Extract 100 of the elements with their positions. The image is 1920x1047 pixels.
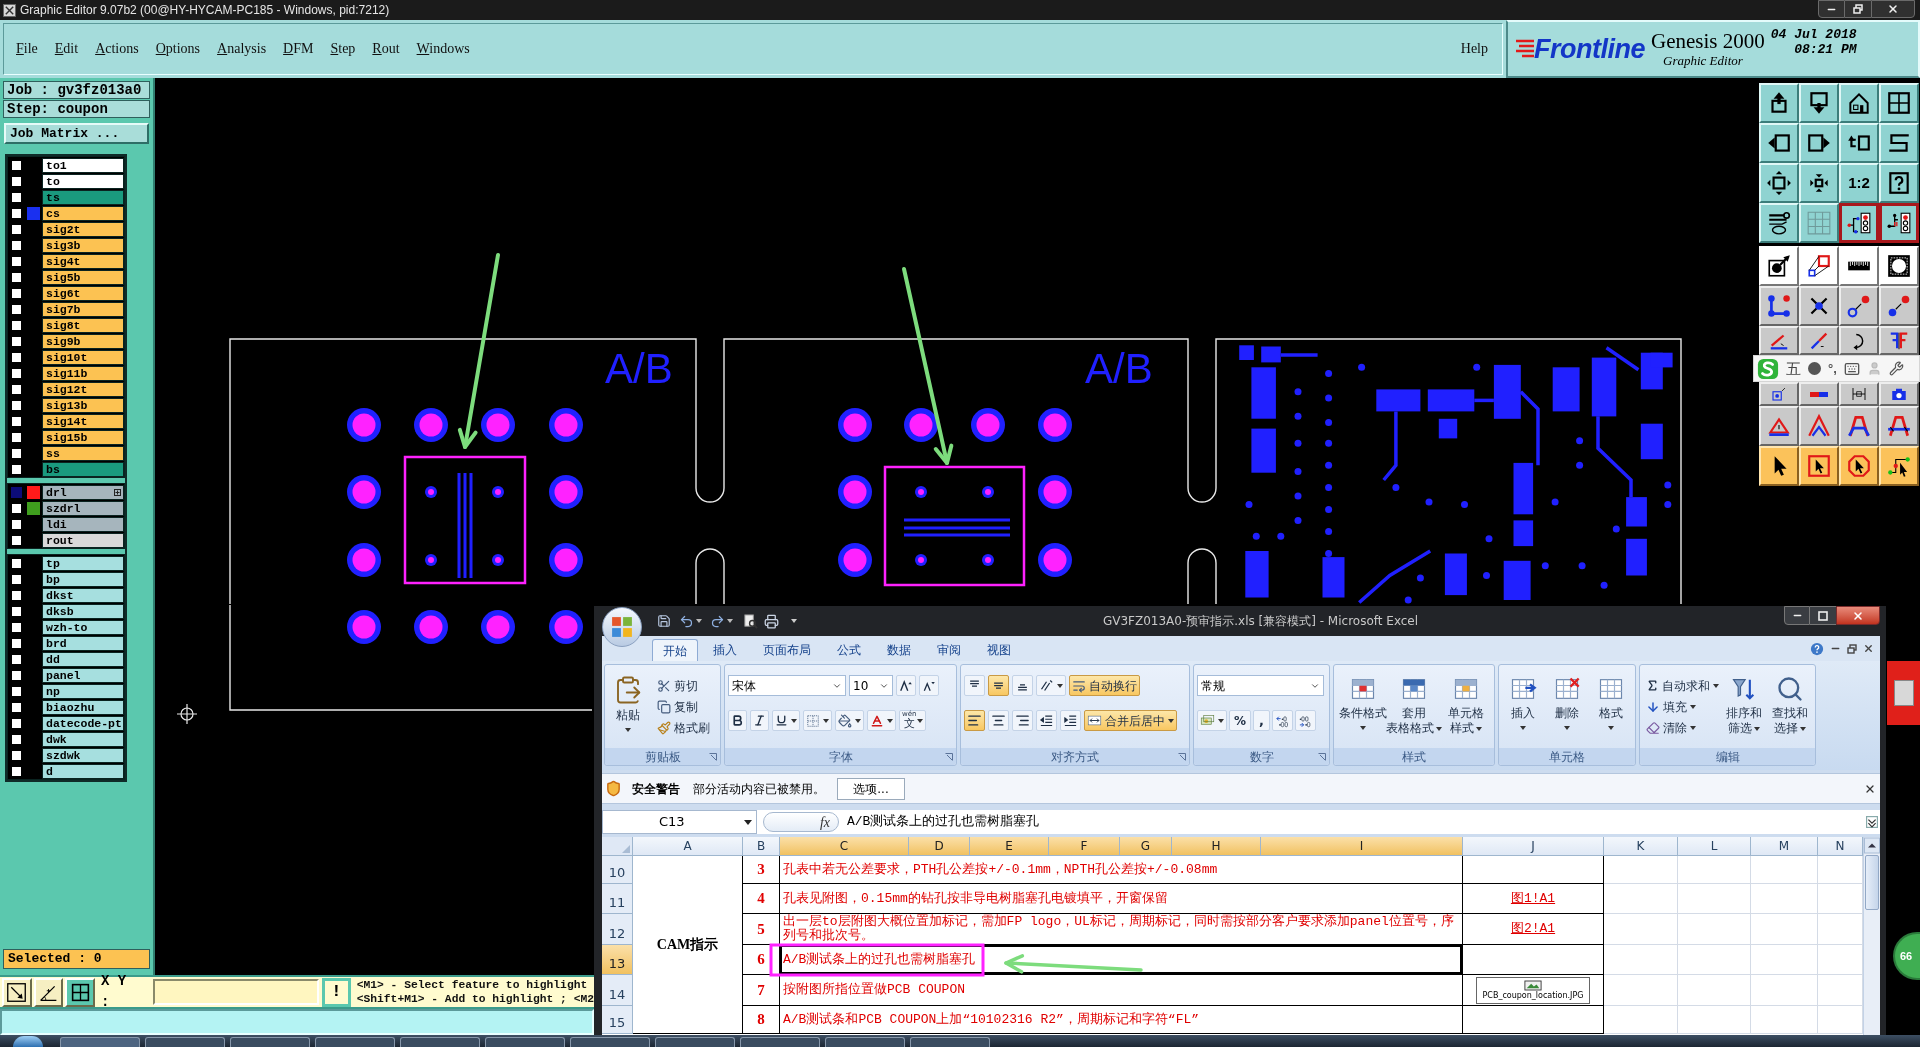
layer-checkbox[interactable] — [11, 621, 22, 633]
column-header[interactable]: M — [1751, 837, 1818, 856]
layer-checkbox[interactable] — [11, 447, 22, 459]
ribbon-tab[interactable]: 数据 — [876, 639, 922, 661]
cells-button[interactable]: 删除 — [1546, 675, 1588, 748]
layer-checkbox[interactable] — [11, 191, 22, 203]
options-button[interactable]: 选项... — [837, 777, 905, 800]
layer-checkbox[interactable] — [11, 605, 22, 617]
layer-name[interactable]: sig2t — [42, 221, 124, 237]
taskbar-button[interactable] — [910, 1037, 990, 1047]
row-header[interactable]: 11 — [602, 884, 633, 914]
layer-name[interactable]: wzh-to — [42, 619, 124, 635]
ribbon-tab[interactable]: 公式 — [826, 639, 872, 661]
horizontal-align-button[interactable] — [1012, 710, 1033, 731]
bold-button[interactable] — [728, 710, 747, 731]
fill-button[interactable]: 填充 — [1643, 696, 1722, 717]
dialog-launcher-icon[interactable] — [945, 752, 953, 761]
close-icon[interactable] — [1863, 643, 1874, 654]
increase-indent-button[interactable] — [1060, 710, 1081, 731]
column-header[interactable]: E — [970, 837, 1049, 856]
cells-button[interactable]: 插入 — [1502, 675, 1544, 748]
ribbon-tab[interactable]: 开始 — [652, 639, 698, 661]
expand-icon[interactable] — [1866, 816, 1878, 828]
layer-checkbox[interactable] — [11, 573, 22, 585]
restore-icon[interactable] — [1847, 643, 1857, 654]
layer-name[interactable]: d — [42, 763, 124, 779]
maximize-button[interactable] — [1810, 606, 1836, 625]
column-header[interactable]: I — [1261, 837, 1463, 856]
layer-name[interactable]: sig3b — [42, 237, 124, 253]
menu-item[interactable]: Options — [155, 41, 201, 57]
layer-name[interactable]: tp — [42, 555, 124, 571]
taskbar-button[interactable] — [570, 1037, 650, 1047]
ribbon-tab[interactable]: 审阅 — [926, 639, 972, 661]
tool-button[interactable] — [1839, 203, 1879, 243]
horizontal-align-button[interactable] — [964, 710, 985, 731]
layer-name[interactable]: rout — [42, 532, 124, 548]
paste-button[interactable]: 粘贴 — [608, 675, 648, 748]
format-painter-button[interactable]: 格式刷 — [654, 717, 713, 738]
action-button[interactable]: ! — [322, 977, 351, 1007]
taskbar-button[interactable] — [315, 1037, 395, 1047]
copy-button[interactable]: 复制 — [654, 696, 713, 717]
taskbar-button[interactable] — [740, 1037, 820, 1047]
layer-name[interactable]: np — [42, 683, 124, 699]
row-header[interactable]: 13 — [602, 945, 633, 975]
autosum-button[interactable]: 自动求和 — [1643, 675, 1722, 696]
number-format-field[interactable]: 常规 — [1197, 675, 1324, 696]
wrap-text-button[interactable]: 自动换行 — [1069, 675, 1140, 696]
layer-name[interactable]: sig6t — [42, 285, 124, 301]
office-button[interactable] — [602, 607, 642, 647]
layer-name[interactable]: sig14t — [42, 413, 124, 429]
layer-checkbox[interactable] — [11, 399, 22, 411]
style-button[interactable]: 套用 表格格式 — [1388, 675, 1440, 748]
find-select-button[interactable]: 查找和 选择 — [1768, 675, 1812, 748]
row-header[interactable]: 12 — [602, 914, 633, 945]
layer-checkbox[interactable] — [11, 717, 22, 729]
ribbon-tab[interactable]: 页面布局 — [752, 639, 822, 661]
layer-name[interactable]: sig4t — [42, 253, 124, 269]
taskbar-button[interactable] — [400, 1037, 480, 1047]
close-button[interactable] — [1836, 606, 1880, 625]
layer-name[interactable]: dd — [42, 651, 124, 667]
layer-name[interactable]: dwk — [42, 731, 124, 747]
dialog-launcher-icon[interactable] — [709, 752, 717, 761]
column-header[interactable]: D — [909, 837, 970, 856]
layer-name[interactable]: datecode-pt — [42, 715, 124, 731]
layer-name[interactable]: sig15b — [42, 429, 124, 445]
layer-checkbox[interactable] — [11, 502, 22, 514]
save-icon[interactable] — [657, 614, 671, 628]
layer-name[interactable]: ldi — [42, 516, 124, 532]
row-header[interactable]: 14 — [602, 975, 633, 1006]
menu-item[interactable]: Rout — [372, 41, 400, 57]
coordinates-input[interactable] — [153, 979, 320, 1005]
cut-button[interactable]: 剪切 — [654, 675, 713, 696]
job-matrix-button[interactable]: Job Matrix ... — [4, 123, 149, 144]
underline-button[interactable] — [772, 710, 800, 731]
undo-icon[interactable] — [679, 613, 694, 629]
layer-checkbox[interactable] — [11, 637, 22, 649]
row-header[interactable]: 15 — [602, 1006, 633, 1034]
help-menu[interactable]: Help — [1460, 41, 1488, 57]
fill-color-button[interactable] — [835, 710, 864, 731]
taskbar-button[interactable] — [825, 1037, 905, 1047]
close-button[interactable] — [1871, 0, 1915, 18]
layer-checkbox[interactable] — [11, 255, 22, 267]
layer-name[interactable]: dkst — [42, 587, 124, 603]
layer-name[interactable]: sig5b — [42, 269, 124, 285]
layer-name[interactable]: sig13b — [42, 397, 124, 413]
layer-checkbox[interactable] — [11, 431, 22, 443]
percent-button[interactable]: % — [1229, 710, 1252, 731]
column-header[interactable]: L — [1678, 837, 1751, 856]
horizontal-align-button[interactable] — [988, 710, 1009, 731]
layer-checkbox[interactable] — [11, 207, 22, 219]
layer-name[interactable]: ts — [42, 189, 124, 205]
clear-button[interactable]: 清除 — [1643, 717, 1722, 738]
comma-button[interactable]: , — [1253, 710, 1270, 731]
decrease-indent-button[interactable] — [1036, 710, 1057, 731]
menu-item[interactable]: DFM — [283, 41, 314, 57]
layer-checkbox[interactable] — [11, 175, 22, 187]
menu-item[interactable]: Step — [330, 41, 356, 57]
column-header[interactable]: N — [1818, 837, 1863, 856]
layer-checkbox[interactable] — [11, 415, 22, 427]
layer-checkbox[interactable] — [11, 557, 22, 569]
